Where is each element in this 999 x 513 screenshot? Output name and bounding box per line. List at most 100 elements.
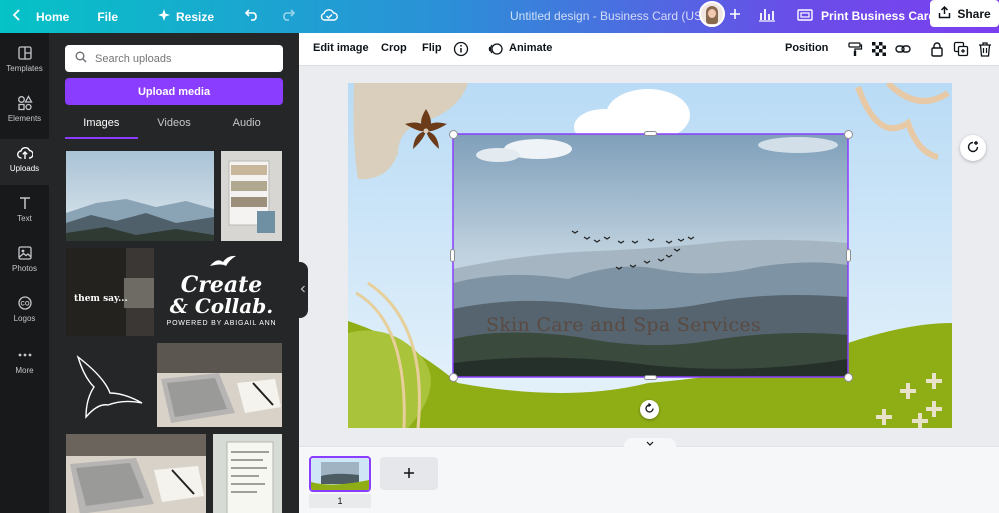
elements-icon <box>17 95 33 111</box>
design-canvas[interactable]: Skin Care and Spa Services <box>348 83 952 428</box>
upload-media-button[interactable]: Upload media <box>65 78 283 105</box>
paint-roller-icon[interactable] <box>847 41 863 57</box>
transparency-icon[interactable] <box>871 41 887 57</box>
bird-icon <box>209 254 237 273</box>
tab-videos[interactable]: Videos <box>138 111 211 139</box>
rail-item-text[interactable]: Text <box>0 193 49 233</box>
rail-label-photos: Photos <box>12 264 37 273</box>
card-icon <box>797 8 813 24</box>
mountain-image <box>66 151 214 241</box>
collapse-panel-button[interactable] <box>298 262 308 318</box>
upload-thumb-shelf[interactable] <box>221 151 282 241</box>
notes-image <box>213 434 282 513</box>
resize-label: Resize <box>176 9 215 24</box>
selected-photo[interactable] <box>453 134 848 377</box>
add-page-button[interactable] <box>380 457 438 490</box>
resize-handle-left[interactable] <box>450 249 455 262</box>
bar-chart-icon <box>758 9 776 26</box>
print-label: Print Business Cards <box>821 9 943 23</box>
info-icon[interactable] <box>453 41 469 57</box>
search-box[interactable] <box>65 45 283 72</box>
resize-handle-right[interactable] <box>846 249 851 262</box>
print-business-cards-button[interactable]: Print Business Cards <box>787 3 952 29</box>
resize-handle-bottom-left[interactable] <box>449 373 458 382</box>
insights-button[interactable] <box>758 5 776 26</box>
logo-thumb-line2: & Collab. <box>169 294 274 318</box>
page-thumbnail[interactable] <box>309 456 371 492</box>
shelf-image <box>221 151 282 241</box>
rail-label-text: Text <box>17 214 32 223</box>
resize-handle-top-right[interactable] <box>844 130 853 139</box>
upload-thumb-logo[interactable]: Create & Collab. POWERED BY ABIGAIL ANN <box>161 248 282 336</box>
tab-audio[interactable]: Audio <box>210 111 283 139</box>
undo-button[interactable] <box>244 7 260 26</box>
resize-handle-top-left[interactable] <box>449 130 458 139</box>
design-title[interactable]: Untitled design - Business Card (US) <box>510 9 706 23</box>
logos-icon: CO <box>17 295 33 311</box>
rail-label-templates: Templates <box>6 64 43 73</box>
share-upload-icon <box>938 5 951 22</box>
undo-icon <box>244 7 260 26</box>
media-tabs: Images Videos Audio <box>65 111 283 139</box>
flip-button[interactable]: Flip <box>422 42 442 54</box>
crop-button[interactable]: Crop <box>381 42 407 54</box>
plus-icon <box>729 5 741 24</box>
file-menu[interactable]: File <box>97 10 118 24</box>
resize-button[interactable]: Resize <box>158 9 214 24</box>
add-refresh-button[interactable] <box>960 135 986 161</box>
rail-label-elements: Elements <box>7 114 42 123</box>
headline-text[interactable]: Skin Care and Spa Services <box>486 314 761 336</box>
upload-cloud-icon <box>16 145 34 161</box>
plus-icon <box>403 463 415 484</box>
hide-pages-toggle[interactable] <box>624 438 676 450</box>
animate-icon <box>488 41 504 57</box>
rail-item-elements[interactable]: Elements <box>0 93 49 133</box>
rotate-icon <box>644 402 655 417</box>
rotate-button[interactable] <box>640 400 659 419</box>
search-icon <box>75 51 87 66</box>
tab-images[interactable]: Images <box>65 111 138 139</box>
redo-button[interactable] <box>280 7 296 26</box>
rail-item-uploads[interactable]: Uploads <box>0 139 49 185</box>
chevron-left-small-icon <box>300 285 306 295</box>
position-button[interactable]: Position <box>785 42 828 54</box>
rail-label-uploads: Uploads <box>9 164 40 173</box>
share-button[interactable]: Share <box>930 0 999 27</box>
add-collaborator-button[interactable] <box>729 5 741 25</box>
upload-thumb-laptop-2[interactable] <box>66 434 206 513</box>
upload-thumb-laptop[interactable] <box>157 343 282 427</box>
lock-icon[interactable] <box>929 41 945 57</box>
upload-thumb-quote[interactable]: them say... <box>66 248 154 336</box>
search-input[interactable] <box>95 52 275 65</box>
animate-button[interactable]: Animate <box>509 42 552 54</box>
rail-item-photos[interactable]: Photos <box>0 243 49 283</box>
share-label: Share <box>957 6 991 21</box>
avatar[interactable] <box>699 1 725 27</box>
edit-image-button[interactable]: Edit image <box>313 42 369 54</box>
quote-thumb-text: them say... <box>74 294 128 304</box>
uploads-panel: Upload media Images Videos Audio <box>49 33 299 513</box>
upload-thumb-mountain[interactable] <box>66 151 214 241</box>
resize-icon <box>158 9 171 24</box>
rail-item-templates[interactable]: Templates <box>0 43 49 83</box>
duplicate-icon[interactable] <box>953 41 969 57</box>
trash-icon[interactable] <box>977 41 993 57</box>
resize-handle-top[interactable] <box>644 131 657 136</box>
photos-icon <box>17 245 33 261</box>
resize-handle-bottom[interactable] <box>644 375 657 380</box>
context-toolbar: Edit image Crop Flip Animate Position <box>299 33 999 66</box>
resize-handle-bottom-right[interactable] <box>844 373 853 382</box>
rail-item-more[interactable]: More <box>0 345 49 385</box>
home-button[interactable]: Home <box>12 9 69 24</box>
rail-item-logos[interactable]: CO Logos <box>0 293 49 333</box>
chevron-down-icon <box>646 439 654 449</box>
save-status-button[interactable] <box>320 8 338 25</box>
left-rail: Templates Elements Uploads Text Photos C… <box>0 33 49 513</box>
link-icon[interactable] <box>895 41 911 57</box>
upload-thumb-notes[interactable] <box>213 434 282 513</box>
refresh-plus-icon <box>966 140 980 157</box>
avatar-face <box>708 9 716 18</box>
rail-label-logos: Logos <box>13 314 36 323</box>
logo-thumb-line3: POWERED BY ABIGAIL ANN <box>166 320 277 327</box>
upload-thumb-eagle[interactable] <box>66 343 154 431</box>
